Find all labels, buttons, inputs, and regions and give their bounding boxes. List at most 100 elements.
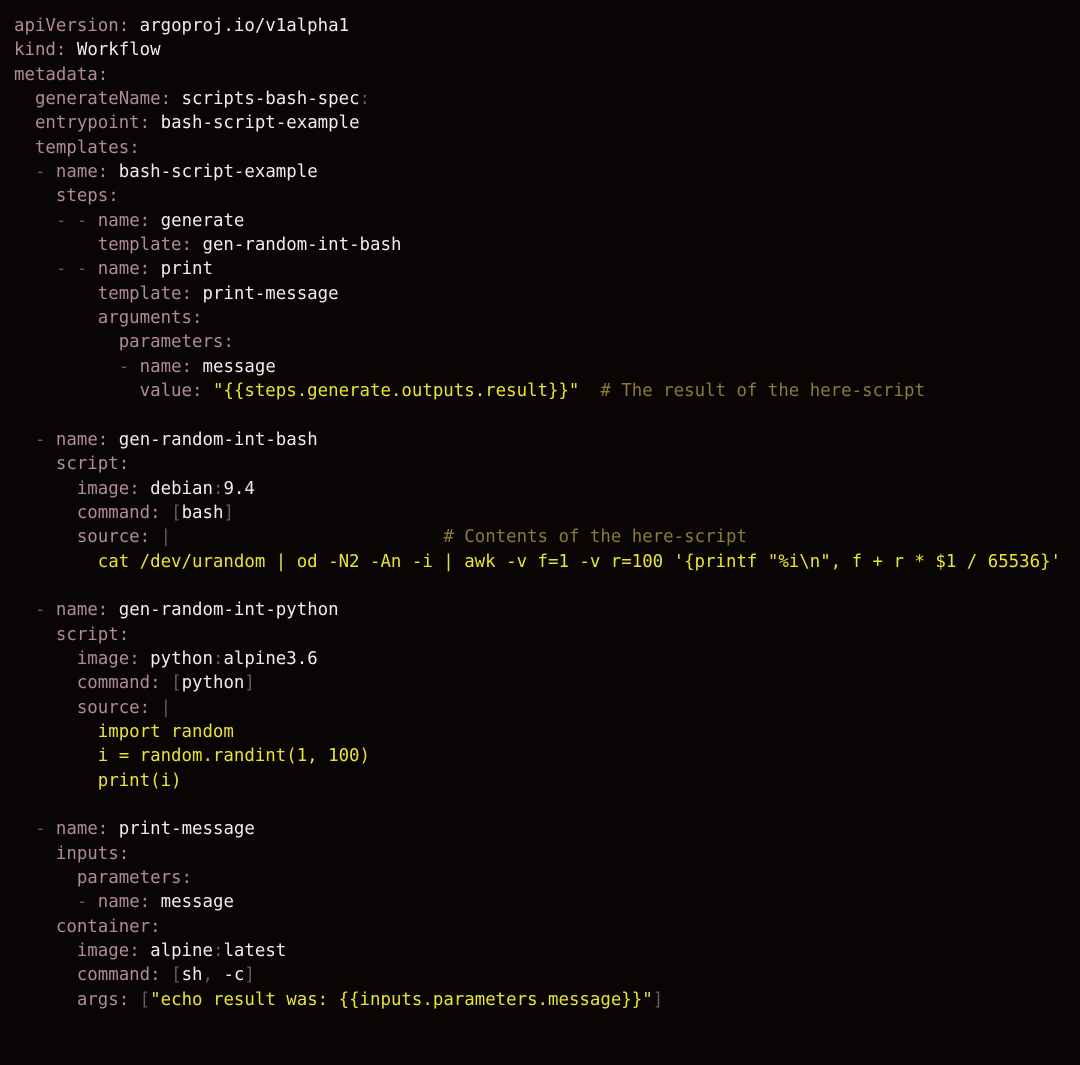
token-v: message xyxy=(192,356,276,377)
yaml-code-viewer[interactable]: apiVersion: argoproj.io/v1alpha1 kind: Wo… xyxy=(0,0,1080,1013)
code-line: - - name: print xyxy=(14,257,1080,281)
token-p: [ xyxy=(129,989,151,1010)
token-k: metadata xyxy=(14,64,98,85)
token-c: # The result of the here-script xyxy=(579,381,925,402)
token-k: image xyxy=(76,941,130,962)
code-line: script: xyxy=(14,452,1080,476)
code-line: apiVersion: argoproj.io/v1alpha1 xyxy=(14,14,1080,38)
code-line: templates: xyxy=(14,136,1080,160)
token-k: kind xyxy=(14,40,56,61)
code-line: import random xyxy=(14,720,1080,744)
token-p: ] xyxy=(652,989,664,1010)
token-p: : xyxy=(212,648,224,669)
code-line: cat /dev/urandom | od -N2 -An -i | awk -… xyxy=(14,550,1080,574)
token-colon: : xyxy=(181,868,193,889)
token-colon: : xyxy=(129,941,140,962)
token-p: - xyxy=(76,892,98,913)
code-line: kind: Workflow xyxy=(14,38,1080,62)
token-v: bash-script-example xyxy=(150,113,360,134)
token-v: alpine3.6 xyxy=(223,648,318,669)
token-colon: : xyxy=(160,89,172,110)
token-p: - xyxy=(34,819,56,840)
token-k: image xyxy=(76,648,130,669)
token-colon: : xyxy=(150,916,161,937)
code-line: entrypoint: bash-script-example xyxy=(14,111,1080,135)
code-line: command: [bash] xyxy=(14,501,1080,525)
code-line: template: gen-random-int-bash xyxy=(14,233,1080,257)
token-v: debian xyxy=(139,478,213,499)
token-k: name xyxy=(97,892,140,913)
token-p: - - xyxy=(55,259,98,280)
token-v: message xyxy=(150,892,234,913)
token-colon: : xyxy=(118,843,130,864)
token-k: template xyxy=(97,235,182,256)
token-colon: : xyxy=(97,64,109,85)
token-k: name xyxy=(97,210,140,231)
token-v: bash xyxy=(181,502,224,523)
token-colon: : xyxy=(97,429,109,450)
token-k: script xyxy=(55,454,119,475)
token-k: generateName xyxy=(34,89,161,110)
token-colon: : xyxy=(118,989,130,1010)
code-line: image: alpine:latest xyxy=(14,939,1080,963)
token-k: name xyxy=(55,162,98,183)
token-v: print xyxy=(150,259,213,280)
token-k: command xyxy=(76,965,151,986)
token-colon: : xyxy=(223,332,234,353)
token-v: scripts-bash-spec xyxy=(171,89,360,110)
token-p: : xyxy=(212,478,224,499)
token-c: # Contents of the here-script xyxy=(171,527,747,548)
token-p: ] xyxy=(223,502,234,523)
token-k: name xyxy=(55,600,98,621)
token-k: arguments xyxy=(97,308,192,329)
token-colon: : xyxy=(139,113,151,134)
token-v: gen-random-int-bash xyxy=(108,429,318,450)
code-line: inputs: xyxy=(14,842,1080,866)
token-k: templates xyxy=(34,137,130,158)
token-colon: : xyxy=(139,697,151,718)
token-colon: : xyxy=(129,137,140,158)
code-line: - name: message xyxy=(14,355,1080,379)
token-k: source xyxy=(76,527,140,548)
token-v: alpine xyxy=(139,941,213,962)
code-line: image: python:alpine3.6 xyxy=(14,647,1080,671)
token-k: name xyxy=(55,429,98,450)
token-k: steps xyxy=(55,186,109,207)
token-v: gen-random-int-python xyxy=(108,600,339,621)
token-v: sh xyxy=(181,965,203,986)
token-colon: : xyxy=(150,502,161,523)
token-p: ] xyxy=(244,965,255,986)
code-line: print(i) xyxy=(14,769,1080,793)
code-line: - name: message xyxy=(14,890,1080,914)
token-p: - xyxy=(34,600,56,621)
token-p: : xyxy=(359,89,371,110)
token-colon: : xyxy=(192,381,203,402)
code-line: - - name: generate xyxy=(14,209,1080,233)
token-colon: : xyxy=(55,40,67,61)
code-line: args: ["echo result was: {{inputs.parame… xyxy=(14,988,1080,1012)
token-k: name xyxy=(55,819,98,840)
token-s: print(i) xyxy=(97,770,182,791)
token-v: python xyxy=(139,648,213,669)
code-line: steps: xyxy=(14,184,1080,208)
token-k: name xyxy=(139,356,182,377)
token-p: - - xyxy=(55,210,98,231)
token-k: inputs xyxy=(55,843,119,864)
